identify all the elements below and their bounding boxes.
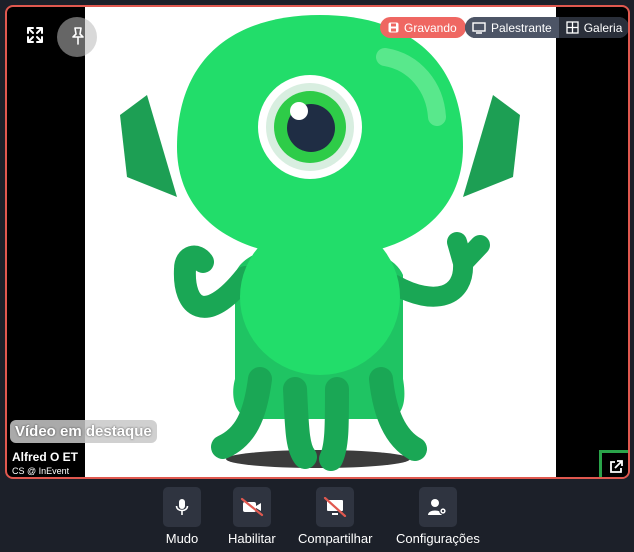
mute-button[interactable]: Mudo [163, 487, 201, 546]
screen-share-off-icon [324, 497, 347, 517]
mute-label: Mudo [165, 531, 199, 546]
video-off-icon [240, 497, 263, 517]
gallery-view-button[interactable]: Galeria [558, 17, 628, 38]
participant-name: Alfred O ET [12, 450, 79, 464]
mute-icon-box [163, 487, 201, 527]
meeting-toolbar: Mudo Habilitar Compartilhar Configuraçõe… [0, 485, 634, 552]
pin-icon [72, 27, 84, 45]
fullscreen-button[interactable] [22, 22, 48, 48]
monitor-icon [472, 21, 486, 34]
settings-button[interactable]: Configurações [396, 487, 480, 546]
layout-toggle: Palestrante Galeria [465, 17, 628, 38]
video-stage: Gravando Palestrante Galeria Vídeo em de… [5, 5, 630, 479]
share-label: Compartilhar [298, 531, 373, 546]
recording-badge: Gravando [380, 17, 466, 38]
recording-label: Gravando [404, 20, 457, 35]
share-screen-button[interactable]: Compartilhar [298, 487, 372, 546]
user-settings-icon [427, 499, 447, 515]
grid-icon [566, 21, 579, 34]
record-icon [388, 22, 399, 33]
expand-icon [27, 27, 43, 43]
popout-button[interactable] [599, 450, 628, 477]
speaker-view-label: Palestrante [491, 20, 552, 35]
enable-icon-box [232, 487, 271, 527]
enable-label: Habilitar [228, 531, 276, 546]
speaker-view-button[interactable]: Palestrante [465, 17, 559, 38]
alien-avatar-image [120, 15, 520, 471]
settings-label: Configurações [396, 531, 480, 546]
featured-label-rest: destaque [85, 423, 152, 440]
pin-button[interactable] [65, 23, 91, 49]
enable-video-button[interactable]: Habilitar [228, 487, 276, 546]
settings-icon-box [418, 487, 457, 527]
microphone-icon [175, 499, 189, 515]
featured-video-label: Vídeo em destaque [10, 420, 157, 443]
participant-org: CS @ InEvent [12, 466, 70, 476]
share-icon-box [316, 487, 355, 527]
participant-info: Alfred O ET CS @ InEvent [12, 450, 78, 476]
speaker-video [85, 7, 556, 477]
external-link-icon [610, 460, 623, 473]
gallery-view-label: Galeria [583, 20, 623, 35]
featured-label-lead: Vídeo em [15, 423, 86, 440]
